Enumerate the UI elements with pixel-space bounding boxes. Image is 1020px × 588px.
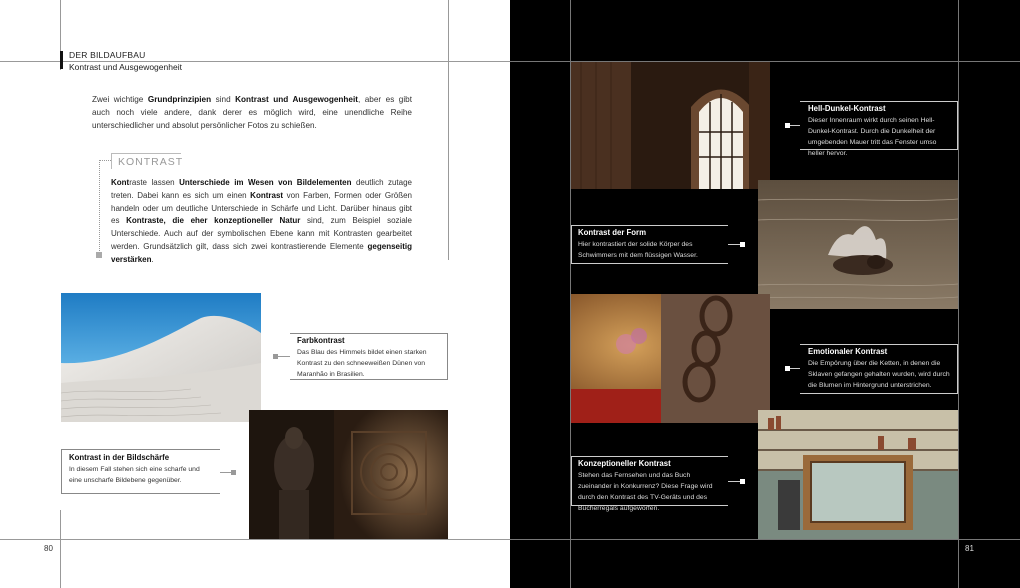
caption-square bbox=[785, 123, 790, 128]
caption-title: Kontrast in der Bildschärfe bbox=[69, 453, 170, 462]
photo-carving bbox=[249, 410, 448, 539]
bracket-square bbox=[96, 252, 102, 258]
page-number: 80 bbox=[44, 544, 53, 553]
caption-square bbox=[740, 242, 745, 247]
caption-emotional: Emotionaler Kontrast Die Empörung über d… bbox=[808, 346, 954, 391]
page-number: 81 bbox=[965, 544, 974, 553]
kontrast-heading: KONTRAST bbox=[118, 156, 184, 168]
caption-title: Konzeptioneller Kontrast bbox=[578, 459, 671, 468]
caption-text: Hier kontrastiert der solide Körper des … bbox=[578, 241, 698, 259]
bracket-line bbox=[99, 160, 100, 255]
guide-line bbox=[60, 510, 61, 588]
section-title: Kontrast und Ausgewogenheit bbox=[69, 62, 182, 72]
caption-connector bbox=[728, 244, 740, 245]
guide-line bbox=[448, 0, 449, 260]
caption-square bbox=[740, 479, 745, 484]
guide-line bbox=[958, 0, 959, 588]
caption-connector bbox=[789, 125, 800, 126]
kontrast-body: Kontraste lassen Unterschiede im Wesen v… bbox=[111, 178, 413, 264]
caption-text: Das Blau des Himmels bildet einen starke… bbox=[297, 349, 427, 378]
caption-text: Die Empörung über die Ketten, in denen d… bbox=[808, 360, 950, 389]
section-marker bbox=[60, 51, 63, 69]
caption-square bbox=[273, 354, 278, 359]
bracket-line bbox=[99, 160, 111, 161]
caption-connector bbox=[728, 481, 740, 482]
caption-bildschaerfe: Kontrast in der Bildschärfe In diesem Fa… bbox=[69, 452, 214, 486]
caption-square bbox=[785, 366, 790, 371]
caption-form: Kontrast der Form Hier kontrastiert der … bbox=[578, 227, 723, 261]
section-label: DER BILDAUFBAU bbox=[69, 50, 146, 60]
photo-swimmer bbox=[758, 180, 958, 309]
caption-title: Farbkontrast bbox=[297, 336, 345, 345]
caption-title: Hell-Dunkel-Kontrast bbox=[808, 104, 886, 113]
caption-connector bbox=[277, 356, 290, 357]
guide-line bbox=[0, 539, 510, 540]
caption-farbkontrast: Farbkontrast Das Blau des Himmels bildet… bbox=[297, 335, 443, 380]
photo-chain bbox=[571, 294, 770, 423]
caption-connector bbox=[789, 368, 800, 369]
caption-text: Stehen das Fernsehen und das Buch zueina… bbox=[578, 472, 713, 512]
caption-text: In diesem Fall stehen sich eine scharfe … bbox=[69, 466, 200, 484]
caption-square bbox=[231, 470, 236, 475]
caption-helldunkel: Hell-Dunkel-Kontrast Dieser Innenraum wi… bbox=[808, 103, 954, 159]
caption-title: Kontrast der Form bbox=[578, 228, 647, 237]
caption-konzept: Konzeptioneller Kontrast Stehen das Fern… bbox=[578, 458, 725, 514]
intro-paragraph: Zwei wichtige Grundprinzipien sind Kontr… bbox=[92, 95, 412, 130]
photo-tv-bookshelf bbox=[758, 410, 958, 539]
caption-title: Emotionaler Kontrast bbox=[808, 347, 888, 356]
photo-dunes bbox=[61, 293, 261, 422]
photo-arch-window bbox=[571, 62, 770, 189]
caption-text: Dieser Innenraum wirkt durch seinen Hell… bbox=[808, 117, 937, 157]
guide-line bbox=[510, 539, 1020, 540]
